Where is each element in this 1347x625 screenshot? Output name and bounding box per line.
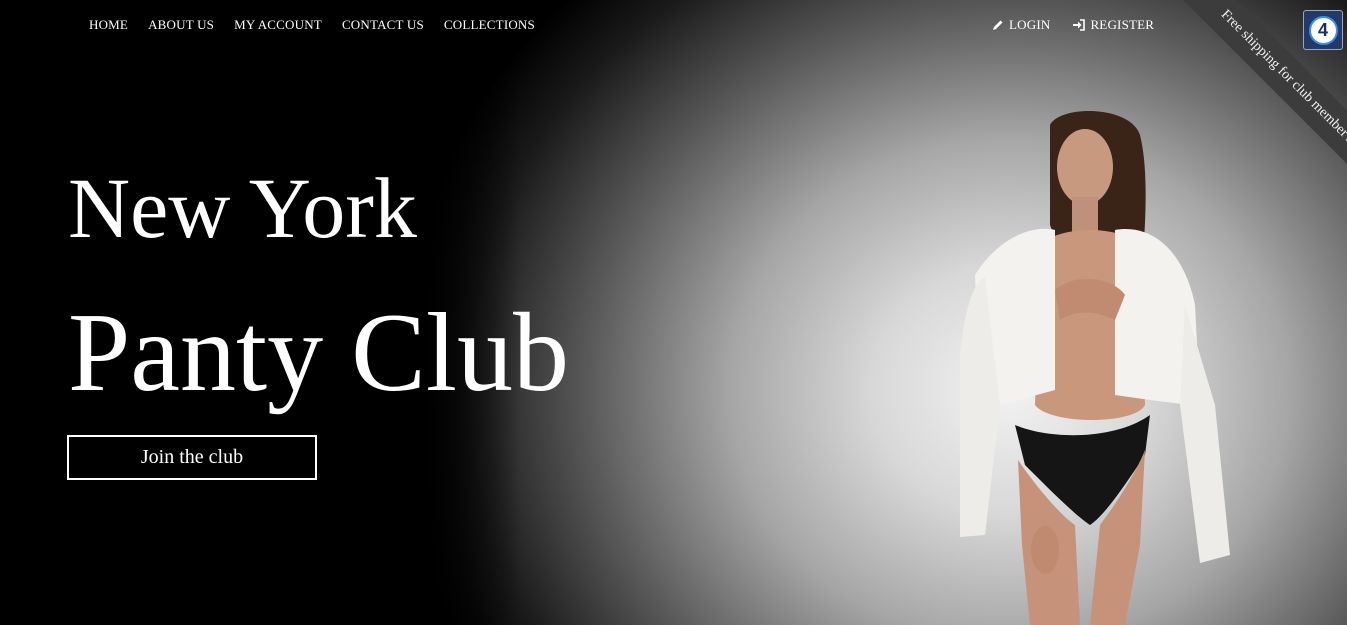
register-link[interactable]: REGISTER	[1072, 17, 1154, 33]
login-label: LOGIN	[1009, 17, 1051, 32]
nav-home[interactable]: HOME	[89, 17, 128, 33]
register-label: REGISTER	[1090, 17, 1155, 32]
join-club-button[interactable]: Join the club	[67, 435, 317, 480]
pencil-icon	[993, 20, 1003, 30]
main-nav: HOME ABOUT US MY ACCOUNT CONTACT US COLL…	[89, 17, 535, 33]
page: HOME ABOUT US MY ACCOUNT CONTACT US COLL…	[0, 0, 1347, 625]
hero-title-line1: New York	[68, 160, 417, 256]
hero-title-line2: Panty Club	[68, 291, 569, 415]
auth-links: LOGIN REGISTER	[992, 17, 1154, 33]
nav-about-us[interactable]: ABOUT US	[148, 17, 214, 33]
login-link[interactable]: LOGIN	[992, 17, 1050, 33]
model-photo	[960, 111, 1230, 625]
nav-collections[interactable]: COLLECTIONS	[444, 17, 535, 33]
nav-contact-us[interactable]: CONTACT US	[342, 17, 424, 33]
notification-badge[interactable]: 4	[1303, 10, 1343, 50]
sign-in-icon	[1073, 19, 1086, 31]
nav-my-account[interactable]: MY ACCOUNT	[234, 17, 322, 33]
badge-count: 4	[1308, 15, 1338, 45]
